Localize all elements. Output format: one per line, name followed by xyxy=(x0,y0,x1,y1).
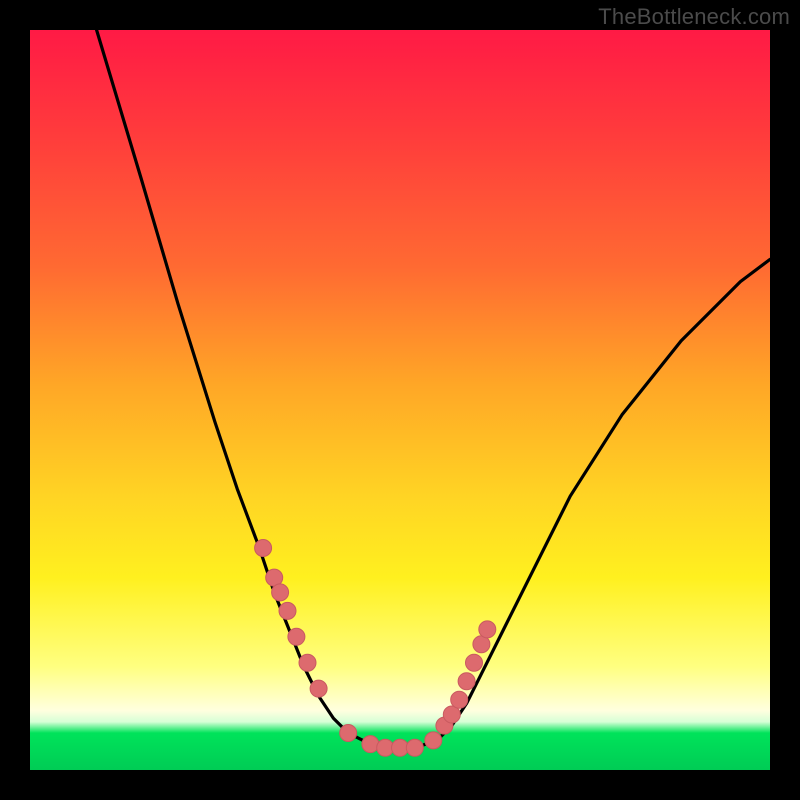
sample-point xyxy=(406,739,423,756)
sample-point xyxy=(255,540,272,557)
chart-frame: TheBottleneck.com xyxy=(0,0,800,800)
curve-layer xyxy=(30,30,770,770)
sample-point xyxy=(279,602,296,619)
sample-point xyxy=(288,628,305,645)
sample-point xyxy=(362,736,379,753)
bottleneck-curve xyxy=(97,30,770,748)
plot-area xyxy=(30,30,770,770)
sample-point xyxy=(458,673,475,690)
sample-point xyxy=(425,732,442,749)
sample-point xyxy=(479,621,496,638)
watermark-text: TheBottleneck.com xyxy=(598,4,790,30)
sample-points-group xyxy=(255,540,496,757)
sample-point xyxy=(272,584,289,601)
sample-point xyxy=(466,654,483,671)
sample-point xyxy=(340,725,357,742)
sample-point xyxy=(451,691,468,708)
sample-point xyxy=(310,680,327,697)
sample-point xyxy=(299,654,316,671)
